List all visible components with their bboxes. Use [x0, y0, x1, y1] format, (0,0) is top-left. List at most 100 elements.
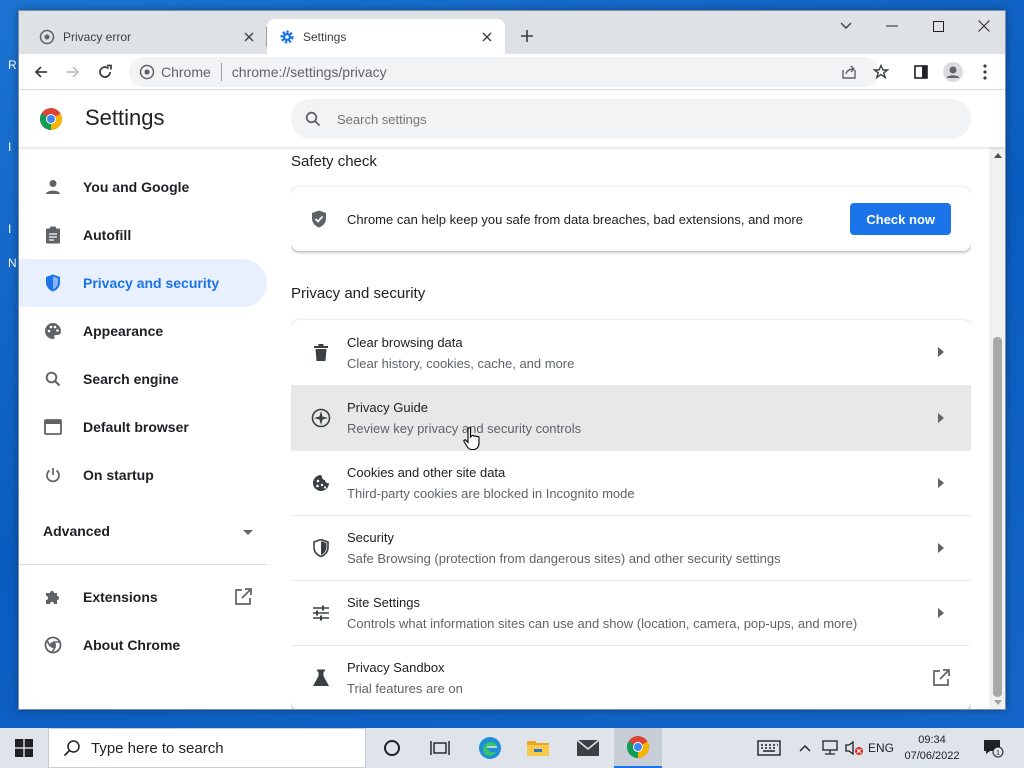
language-indicator[interactable]: ENG: [866, 728, 896, 768]
sidebar-item-label: Appearance: [83, 323, 164, 339]
close-window-button[interactable]: [961, 11, 1005, 41]
tab-search-icon[interactable]: [823, 11, 869, 41]
task-view-button[interactable]: [416, 728, 464, 768]
row-privacy-sandbox[interactable]: Privacy Sandbox Trial features are on: [291, 645, 971, 709]
sidebar-item-about-chrome[interactable]: About Chrome: [19, 621, 267, 669]
row-privacy-guide[interactable]: Privacy Guide Review key privacy and sec…: [291, 385, 971, 450]
shield-check-icon: [311, 209, 331, 229]
new-tab-button[interactable]: [515, 24, 539, 48]
tab-title: Settings: [303, 29, 347, 44]
menu-kebab-icon[interactable]: [971, 58, 999, 86]
windows-start-button[interactable]: [0, 728, 48, 768]
forward-button[interactable]: [59, 58, 87, 86]
file-explorer-icon[interactable]: [514, 728, 562, 768]
settings-main: Safety check Chrome can help keep you sa…: [291, 147, 971, 709]
taskbar-search-placeholder: Type here to search: [91, 739, 224, 757]
row-title: Privacy Guide: [347, 400, 428, 415]
keyboard-icon[interactable]: [754, 728, 784, 768]
sidebar-item-you-and-google[interactable]: You and Google: [19, 163, 267, 211]
flask-icon: [311, 668, 331, 688]
sidebar-item-label: Search engine: [83, 371, 179, 387]
edge-icon[interactable]: [466, 728, 514, 768]
clipboard-icon: [43, 225, 63, 245]
person-icon: [43, 177, 63, 197]
tab-privacy-error[interactable]: Privacy error: [27, 19, 267, 54]
address-divider: [220, 63, 222, 81]
sidebar-item-label: Default browser: [83, 419, 189, 435]
chrome-site-icon: [139, 64, 155, 80]
shield-icon: [311, 538, 331, 558]
chrome-taskbar-icon[interactable]: [614, 728, 662, 768]
sidebar-item-extensions[interactable]: Extensions: [19, 573, 267, 621]
safety-check-row: Chrome can help keep you safe from data …: [291, 187, 971, 251]
reload-button[interactable]: [91, 58, 119, 86]
minimize-button[interactable]: [869, 11, 915, 41]
sidebar-divider: [19, 564, 267, 565]
clock-time: 09:34: [918, 734, 946, 746]
chevron-right-icon: [935, 344, 947, 360]
back-button[interactable]: [27, 58, 55, 86]
search-icon: [43, 369, 63, 389]
row-security[interactable]: Security Safe Browsing (protection from …: [291, 515, 971, 580]
bookmark-star-icon[interactable]: [867, 58, 895, 86]
safety-check-card: Chrome can help keep you safe from data …: [291, 187, 971, 251]
tab-settings[interactable]: Settings: [267, 19, 505, 54]
row-cookies-and-site-data[interactable]: Cookies and other site data Third-party …: [291, 450, 971, 515]
check-now-button[interactable]: Check now: [850, 203, 951, 235]
row-title: Security: [347, 530, 394, 545]
row-site-settings[interactable]: Site Settings Controls what information …: [291, 580, 971, 645]
taskbar-clock[interactable]: 09:34 07/06/2022: [896, 732, 968, 764]
row-title: Clear browsing data: [347, 334, 463, 350]
row-clear-browsing-data[interactable]: Clear browsing data Clear history, cooki…: [291, 320, 971, 385]
profile-avatar[interactable]: [939, 58, 967, 86]
address-bar[interactable]: Chrome chrome://settings/privacy: [129, 57, 879, 87]
sidebar-item-default-browser[interactable]: Default browser: [19, 403, 267, 451]
puzzle-icon: [43, 587, 63, 607]
side-panel-icon[interactable]: [907, 58, 935, 86]
chrome-logo-icon: [40, 108, 62, 130]
gear-icon: [279, 29, 295, 45]
section-title-privacy-and-security: Privacy and security: [291, 285, 426, 302]
sidebar-item-privacy-and-security[interactable]: Privacy and security: [19, 259, 267, 307]
desktop-label-fragment: I: [8, 222, 12, 236]
caret-down-icon: [243, 523, 253, 539]
shield-icon: [43, 273, 63, 293]
chrome-outline-icon: [43, 635, 63, 655]
sidebar-item-appearance[interactable]: Appearance: [19, 307, 267, 355]
cortana-button[interactable]: [368, 728, 416, 768]
maximize-button[interactable]: [915, 11, 961, 41]
chevron-right-icon: [935, 540, 947, 556]
volume-muted-icon[interactable]: [842, 728, 866, 768]
sidebar-item-autofill[interactable]: Autofill: [19, 211, 267, 259]
desktop-label-fragment: R: [8, 58, 17, 72]
tab-title: Privacy error: [63, 29, 132, 44]
scroll-up-arrow-icon[interactable]: [989, 147, 1005, 164]
sidebar-item-label: About Chrome: [83, 637, 181, 653]
safety-check-text: Chrome can help keep you safe from data …: [347, 211, 803, 227]
scrollbar-thumb[interactable]: [993, 337, 1002, 697]
advanced-toggle[interactable]: Advanced: [43, 507, 253, 555]
show-hidden-icons-chevron-icon[interactable]: [796, 728, 814, 768]
scroll-down-arrow-icon[interactable]: [989, 694, 1005, 709]
sidebar-item-on-startup[interactable]: On startup: [19, 451, 267, 499]
sliders-icon: [311, 603, 331, 623]
search-input[interactable]: [337, 111, 897, 127]
sidebar-item-label: You and Google: [83, 179, 190, 195]
mail-icon[interactable]: [564, 728, 612, 768]
settings-search[interactable]: [291, 99, 971, 139]
notification-center-icon[interactable]: 1: [978, 728, 1008, 768]
row-title: Privacy Sandbox: [347, 660, 445, 675]
browser-window-icon: [43, 417, 63, 437]
network-icon[interactable]: [818, 728, 842, 768]
taskbar-search-box[interactable]: Type here to search: [48, 728, 366, 768]
chevron-right-icon: [935, 475, 947, 491]
close-tab-icon[interactable]: [239, 27, 259, 47]
sidebar-item-label: Autofill: [83, 227, 132, 243]
sidebar-item-search-engine[interactable]: Search engine: [19, 355, 267, 403]
row-subtitle: Clear history, cookies, cache, and more: [347, 355, 575, 371]
page-scrollbar[interactable]: [989, 147, 1005, 709]
share-icon[interactable]: [835, 58, 863, 86]
row-title: Site Settings: [347, 595, 420, 610]
palette-icon: [43, 321, 63, 341]
close-tab-icon[interactable]: [477, 27, 497, 47]
